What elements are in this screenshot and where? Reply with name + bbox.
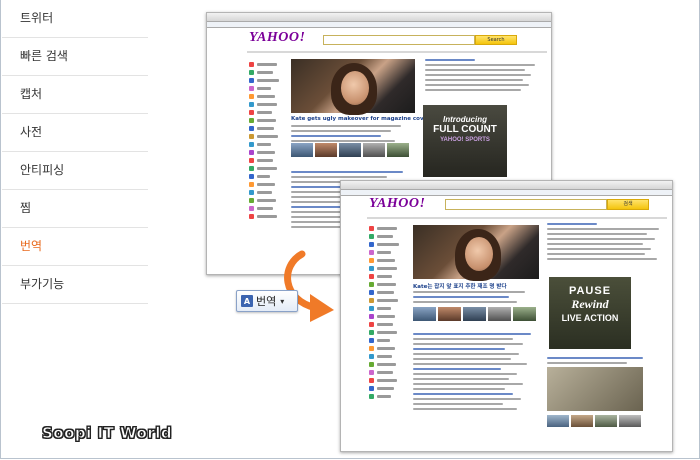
yahoo-logo: YAHOO!: [249, 30, 306, 45]
browser-toolbar: [207, 13, 551, 22]
hero-headline[interactable]: Kate는 잡지 앞 표지 추한 재조 명 받다: [413, 282, 507, 290]
divider: [247, 51, 547, 53]
sidebar-item-quick-search[interactable]: 빠른 검색: [2, 38, 148, 76]
translated-page-screenshot: YAHOO! 검색 Kate는 잡지 앞 표지 추한 재조 명 받다 PAUSE…: [340, 180, 673, 452]
video-thumbs: [547, 415, 641, 427]
thumbnail-strip: [413, 307, 536, 321]
search-button[interactable]: 검색: [607, 199, 649, 210]
hero-headline[interactable]: Kate gets ugly makeover for magazine cov…: [291, 116, 430, 122]
sidebar-item-twitter[interactable]: 트위터: [2, 0, 148, 38]
left-nav-list: [249, 59, 283, 221]
sidebar-item-translate[interactable]: 번역: [2, 228, 148, 266]
yahoo-logo: YAHOO!: [369, 196, 426, 211]
chevron-down-icon[interactable]: ▾: [280, 297, 284, 306]
sidebar-item-bookmark[interactable]: 찜: [2, 190, 148, 228]
live-action-ad[interactable]: PAUSE Rewind LIVE ACTION: [549, 277, 631, 349]
translate-icon: A: [241, 295, 253, 307]
video-thumbnail[interactable]: [547, 367, 643, 411]
browser-tabbar: [207, 22, 551, 28]
video-section-text: [547, 357, 667, 367]
sidebar-item-anti-phishing[interactable]: 안티피싱: [2, 152, 148, 190]
sidebar-item-dictionary[interactable]: 사전: [2, 114, 148, 152]
trending-list: [547, 223, 667, 263]
hero-image[interactable]: [413, 225, 539, 281]
translate-button-label: 번역: [256, 295, 277, 308]
translate-button[interactable]: A 번역 ▾: [236, 290, 298, 312]
curved-arrow-icon: [284, 250, 334, 322]
hero-summary: [291, 125, 409, 145]
sports-ad[interactable]: Introducing FULL COUNT YAHOO! SPORTS: [423, 105, 507, 177]
thumbnail-strip: [291, 143, 409, 157]
search-input[interactable]: [323, 35, 475, 45]
watermark: Soopi IT World: [42, 424, 173, 443]
trending-list: [425, 59, 545, 94]
hero-image[interactable]: [291, 59, 415, 115]
browser-toolbar: [341, 181, 672, 190]
sidebar-item-addons[interactable]: 부가기능: [2, 266, 148, 304]
search-input[interactable]: [445, 199, 607, 210]
divider: [367, 217, 667, 219]
news-list: [413, 333, 537, 413]
sidebar-menu: 트위터 빠른 검색 캡처 사전 안티피싱 찜 번역 부가기능: [0, 0, 148, 304]
search-button[interactable]: Search: [475, 35, 517, 45]
left-nav-list: [369, 223, 409, 401]
hero-summary: [413, 291, 533, 306]
sidebar-item-capture[interactable]: 캡처: [2, 76, 148, 114]
